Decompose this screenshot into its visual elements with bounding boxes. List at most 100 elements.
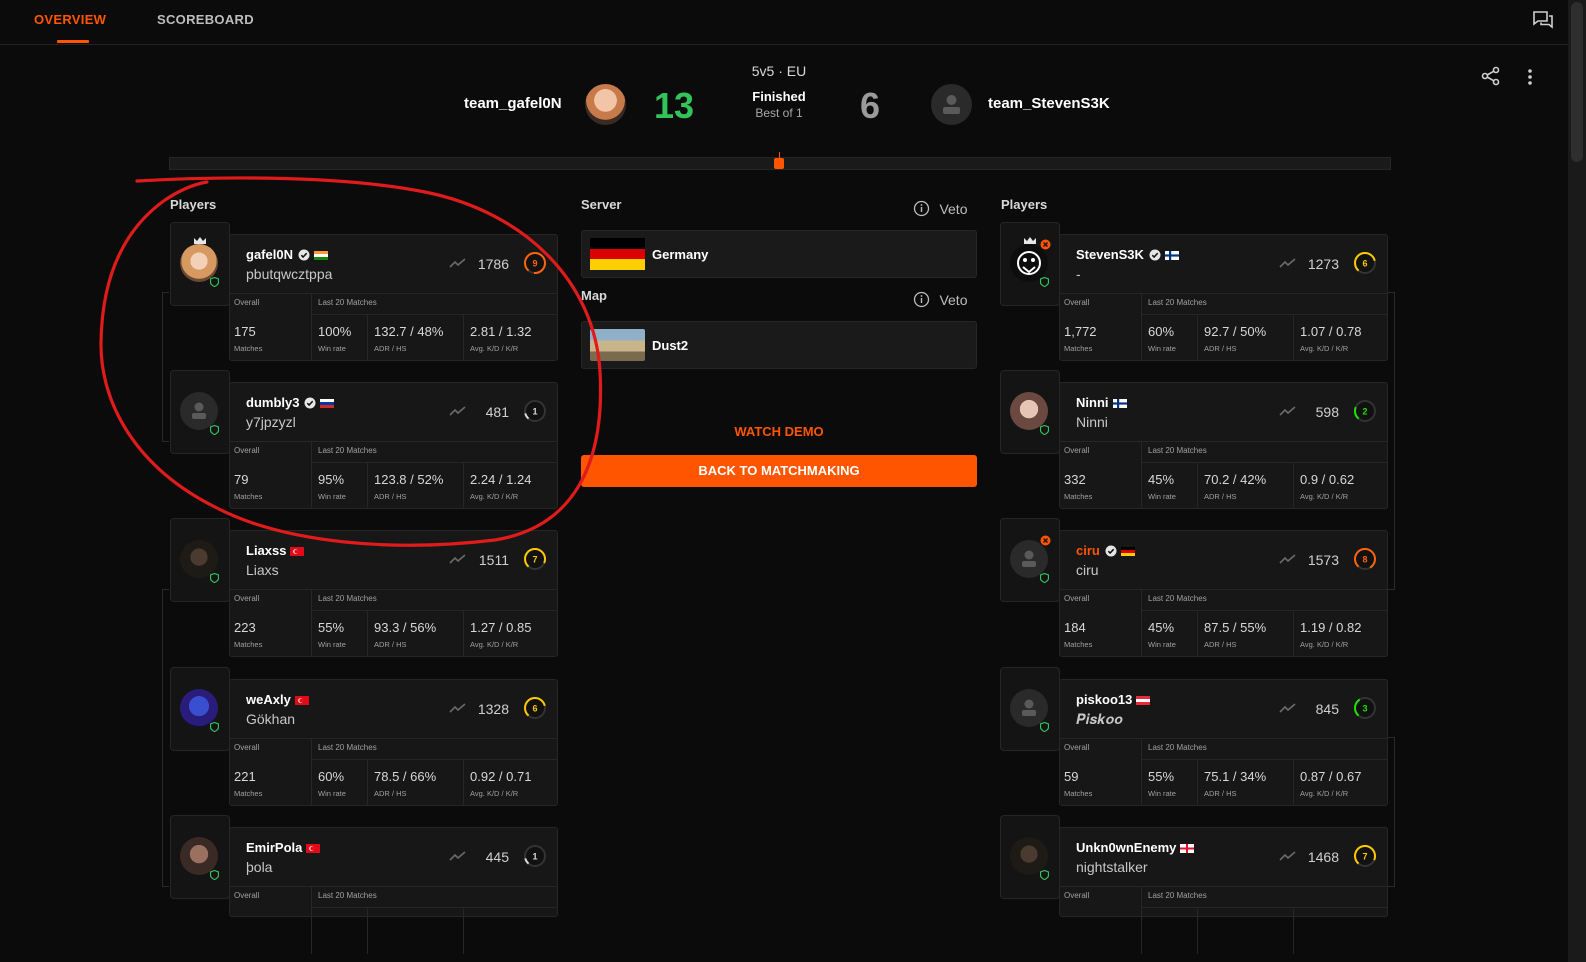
elo-trend-icon: [449, 851, 466, 861]
player-card[interactable]: ciru ciru 1573 8 Overall Last 20 Matches 184 Ma…: [1059, 530, 1388, 657]
stat-matches-label: Matches: [1064, 789, 1093, 798]
player-name-row[interactable]: Liaxss: [246, 543, 305, 558]
player-card[interactable]: EmirPola þola 445 1 Overall Last 20 Matches: [229, 827, 558, 954]
player-stats: Overall Last 20 Matches: [230, 886, 557, 954]
skill-level-icon: 1: [524, 400, 546, 422]
player-avatar-box[interactable]: [170, 667, 230, 751]
tab-scoreboard[interactable]: SCOREBOARD: [157, 12, 254, 27]
overall-label: Overall: [234, 594, 260, 603]
player-name-row[interactable]: dumbly3: [246, 395, 335, 410]
player-name-row[interactable]: gafel0N: [246, 247, 328, 262]
team2-name[interactable]: team_StevenS3K: [988, 95, 1110, 112]
player-name-row[interactable]: weAxly: [246, 692, 309, 707]
connector-line: [162, 292, 169, 442]
player-elo: 1573: [1307, 552, 1339, 568]
anticheat-shield-icon: [1040, 722, 1049, 732]
player-card[interactable]: weAxly Gökhan 1328 6 Overall Last 20 Matches 2…: [229, 679, 558, 806]
player-nickname[interactable]: Liaxss: [246, 543, 286, 558]
divider: [463, 907, 464, 954]
player-avatar-box[interactable]: [1000, 815, 1060, 899]
player-realname: Ninni: [1076, 414, 1108, 430]
connector-line: [1388, 737, 1395, 887]
player-avatar-box[interactable]: [1000, 370, 1060, 454]
stat-matches-value: 1,772: [1064, 324, 1097, 339]
player-card[interactable]: piskoo13 𝑷𝒊𝒔𝒌𝒐𝒐 845 3 Overall Last 20 Matches…: [1059, 679, 1388, 806]
player-avatar-box[interactable]: [170, 815, 230, 899]
tab-overview[interactable]: OVERVIEW: [34, 12, 106, 27]
info-icon: [913, 292, 930, 308]
stat-matches-value: 79: [234, 472, 249, 487]
info-icon: [913, 201, 930, 217]
turkey-flag-icon: [306, 844, 321, 854]
player-name-row[interactable]: Ninni: [1076, 395, 1127, 410]
player-card[interactable]: Ninni Ninni 598 2 Overall Last 20 Matches 332 M…: [1059, 382, 1388, 509]
server-veto-link[interactable]: Veto: [913, 200, 967, 218]
player-card[interactable]: gafel0N pbutqwcztppa 1786 9 Overall Last 20 M…: [229, 234, 558, 361]
player-avatar-box[interactable]: [1000, 667, 1060, 751]
skill-level-icon: 6: [524, 697, 546, 719]
back-to-matchmaking-button[interactable]: BACK TO MATCHMAKING: [581, 455, 977, 487]
player-nickname[interactable]: gafel0N: [246, 247, 293, 262]
player-stats: Overall Last 20 Matches 221 Matches 60% Win r…: [230, 738, 557, 806]
player-avatar-box[interactable]: [1000, 518, 1060, 602]
premium-badge-icon: [1040, 239, 1051, 250]
team1-avatar[interactable]: [585, 84, 626, 125]
anticheat-shield-icon: [1040, 573, 1049, 583]
player-avatar-box[interactable]: [1000, 222, 1060, 306]
divider: [367, 462, 368, 509]
player-nickname[interactable]: dumbly3: [246, 395, 299, 410]
stat-matches-value: 184: [1064, 620, 1086, 635]
player-nickname[interactable]: weAxly: [246, 692, 291, 707]
last20-label: Last 20 Matches: [1148, 298, 1207, 307]
stat-matches-label: Matches: [234, 492, 263, 501]
player-nickname[interactable]: piskoo13: [1076, 692, 1132, 707]
player-nickname[interactable]: Ninni: [1076, 395, 1109, 410]
player-card[interactable]: dumbly3 y7jpzyzl 481 1 Overall Last 20 Matche…: [229, 382, 558, 509]
player-name-row[interactable]: ciru: [1076, 543, 1135, 558]
stat-winrate-value: 45%: [1148, 620, 1175, 635]
team1-name[interactable]: team_gafel0N: [464, 95, 562, 112]
player-avatar-box[interactable]: [170, 222, 230, 306]
overall-label: Overall: [1064, 594, 1090, 603]
stat-kd-label: Avg. K/D / K/R: [470, 640, 519, 649]
map-veto-link[interactable]: Veto: [913, 291, 967, 309]
player-elo: 598: [1315, 404, 1339, 420]
share-icon[interactable]: [1480, 65, 1502, 87]
player-nickname[interactable]: EmirPola: [246, 840, 302, 855]
player-nickname[interactable]: Unkn0wnEnemy: [1076, 840, 1176, 855]
player-nickname[interactable]: ciru: [1076, 543, 1100, 558]
stat-winrate-value: 55%: [1148, 769, 1175, 784]
player-name-row[interactable]: EmirPola: [246, 840, 321, 855]
stat-adr-label: ADR / HS: [374, 789, 407, 798]
last20-label: Last 20 Matches: [1148, 446, 1207, 455]
server-name: Germany: [652, 247, 709, 262]
player-name-row[interactable]: Unkn0wnEnemy: [1076, 840, 1195, 855]
stat-winrate-label: Win rate: [1148, 344, 1176, 353]
stat-adr-label: ADR / HS: [1204, 344, 1237, 353]
more-options-icon[interactable]: [1524, 67, 1536, 87]
stat-matches-label: Matches: [1064, 344, 1093, 353]
divider: [1141, 314, 1387, 315]
player-card[interactable]: Unkn0wnEnemy nightstalker 1468 7 Overall Last…: [1059, 827, 1388, 954]
player-card[interactable]: StevenS3K - 1273 6 Overall Last 20 Matches 1,7…: [1059, 234, 1388, 361]
team2-avatar[interactable]: [931, 84, 972, 125]
player-avatar-box[interactable]: [170, 518, 230, 602]
player-avatar-box[interactable]: [170, 370, 230, 454]
stat-adr-label: ADR / HS: [1204, 789, 1237, 798]
player-nickname[interactable]: StevenS3K: [1076, 247, 1144, 262]
team1-score: 13: [654, 85, 695, 126]
scrollbar[interactable]: [1568, 0, 1586, 962]
player-name-row[interactable]: StevenS3K: [1076, 247, 1179, 262]
chat-icon[interactable]: [1532, 10, 1554, 30]
divider: [1197, 314, 1198, 361]
player-card[interactable]: Liaxss Liaxs 1511 7 Overall Last 20 Matches 22…: [229, 530, 558, 657]
player-elo: 1273: [1307, 256, 1339, 272]
player-stats: Overall Last 20 Matches 184 Matches 45% Win r…: [1060, 589, 1387, 657]
divider: [1197, 759, 1198, 806]
stat-winrate-label: Win rate: [318, 640, 346, 649]
watch-demo-link[interactable]: WATCH DEMO: [581, 424, 977, 439]
player-name-row[interactable]: piskoo13: [1076, 692, 1151, 707]
scrollbar-thumb[interactable]: [1571, 2, 1583, 162]
divider: [1197, 610, 1198, 657]
player-realname: Liaxs: [246, 562, 279, 578]
